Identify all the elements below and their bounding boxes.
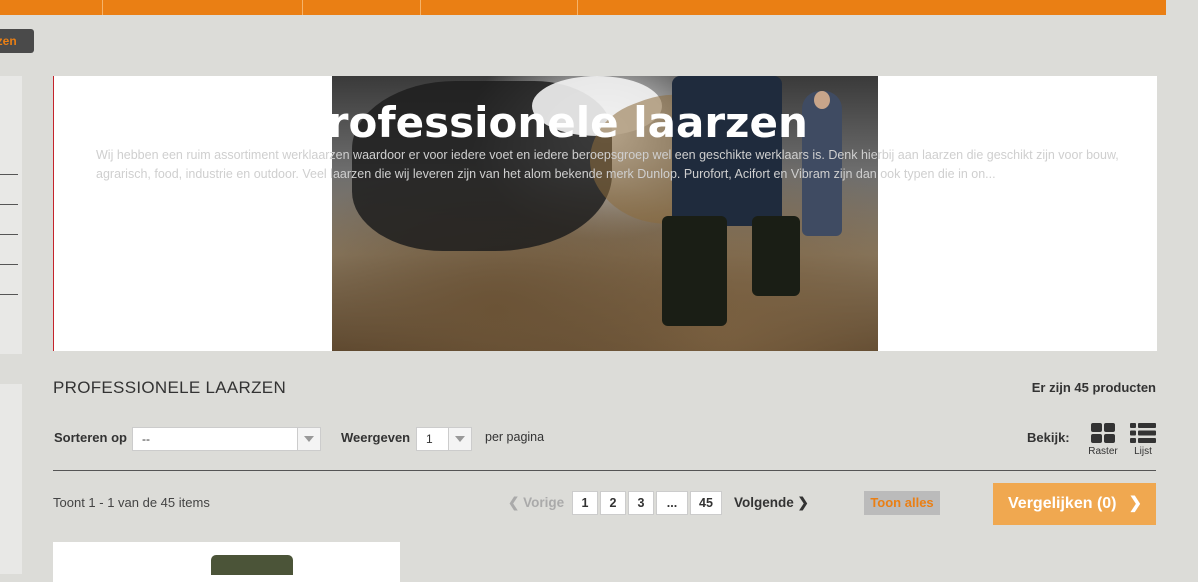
banner-description: Wij hebben een ruim assortiment werklaar… xyxy=(96,148,1119,181)
sidebar-divider xyxy=(0,294,18,295)
list-view-button[interactable]: Lijst xyxy=(1125,423,1161,457)
banner-photo-boot xyxy=(752,216,800,296)
sort-label: Sorteren op xyxy=(54,430,127,445)
per-page-select[interactable]: 1 xyxy=(416,427,472,451)
per-page-label: per pagina xyxy=(485,430,545,444)
top-navigation-bar[interactable] xyxy=(0,0,1166,15)
grid-icon xyxy=(1091,423,1115,443)
chevron-down-icon xyxy=(297,428,320,450)
breadcrumb-current[interactable]: rzen xyxy=(0,29,34,53)
category-title: PROFESSIONELE LAARZEN xyxy=(53,378,287,397)
per-page-value: 1 xyxy=(426,432,433,446)
sidebar-divider xyxy=(0,264,18,265)
nav-separator xyxy=(420,0,421,15)
nav-separator xyxy=(302,0,303,15)
chevron-left-icon: ❮ xyxy=(508,495,520,510)
banner-photo-boot xyxy=(662,216,727,326)
pagination-page-1[interactable]: 1 xyxy=(572,491,598,515)
product-count: Er zijn 45 producten xyxy=(1031,380,1156,395)
category-banner: Professionele laarzen Wij hebben een rui… xyxy=(53,76,1157,351)
breadcrumb-label: rzen xyxy=(0,34,17,48)
sidebar-divider xyxy=(0,174,18,175)
left-sidebar-block xyxy=(0,384,22,574)
sidebar-divider xyxy=(0,204,18,205)
banner-photo-head xyxy=(814,91,830,109)
show-label: Weergeven xyxy=(341,430,411,445)
pagination-prev[interactable]: ❮ Vorige xyxy=(508,495,564,511)
nav-separator xyxy=(577,0,578,15)
pagination-page-2[interactable]: 2 xyxy=(600,491,626,515)
grid-view-label: Raster xyxy=(1088,446,1118,457)
sort-select[interactable]: -- xyxy=(132,427,321,451)
product-card[interactable] xyxy=(53,542,400,582)
list-view-label: Lijst xyxy=(1134,446,1152,457)
show-all-button[interactable]: Toon alles xyxy=(864,491,940,515)
pagination-next[interactable]: Volgende ❯ xyxy=(734,495,809,511)
sort-select-value: -- xyxy=(142,432,150,446)
product-image xyxy=(211,555,293,575)
pagination-page-45[interactable]: 45 xyxy=(690,491,722,515)
chevron-right-icon: ❯ xyxy=(1128,495,1142,512)
chevron-down-icon xyxy=(448,428,471,450)
pagination-ellipsis: ... xyxy=(656,491,688,515)
grid-view-button[interactable]: Raster xyxy=(1085,423,1121,457)
left-sidebar xyxy=(0,76,22,354)
pagination-page-3[interactable]: 3 xyxy=(628,491,654,515)
compare-label: Vergelijken (0) xyxy=(1008,495,1117,512)
pagination-next-label: Volgende xyxy=(734,495,794,510)
pagination-prev-label: Vorige xyxy=(523,495,565,510)
nav-separator xyxy=(102,0,103,15)
view-label: Bekijk: xyxy=(1027,430,1070,445)
list-icon xyxy=(1130,423,1156,443)
compare-button[interactable]: Vergelijken (0) ❯ xyxy=(993,483,1156,525)
chevron-right-icon: ❯ xyxy=(797,495,809,510)
toolbar-divider xyxy=(53,470,1156,471)
banner-title: Professionele laarzen xyxy=(297,98,808,147)
items-summary: Toont 1 - 1 van de 45 items xyxy=(53,495,210,510)
sidebar-divider xyxy=(0,234,18,235)
